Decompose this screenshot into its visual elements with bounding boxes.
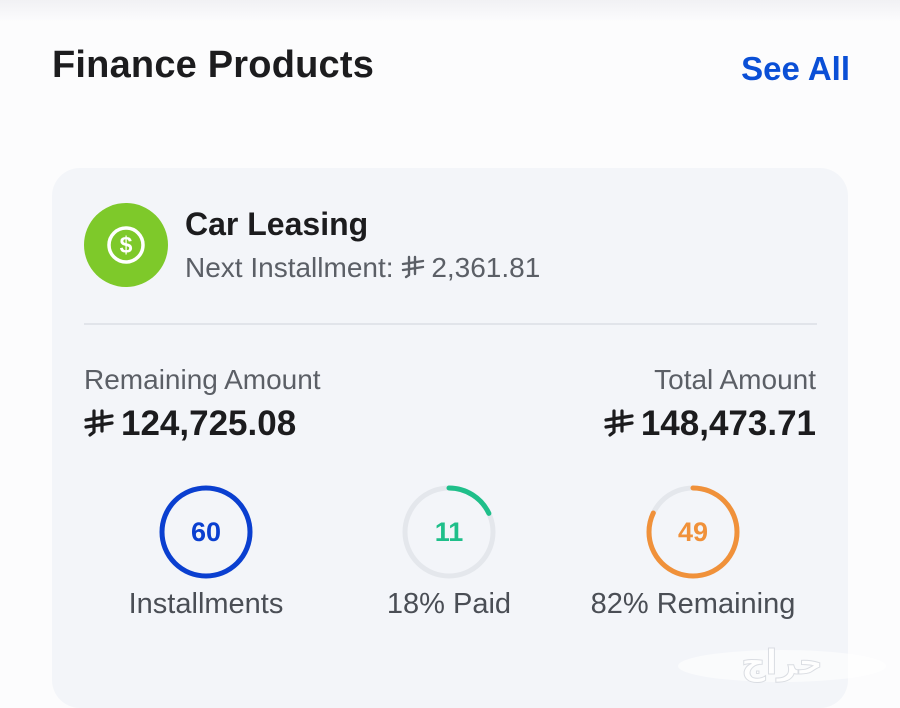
remaining-label: 82% Remaining [590, 588, 796, 620]
svg-text:حراج: حراج [741, 643, 823, 683]
progress-ring: 11 [401, 484, 497, 580]
riyal-currency-icon [402, 255, 425, 279]
divider [84, 323, 817, 325]
section-title: Finance Products [52, 44, 375, 86]
remaining-amount-value-row: 124,725.08 [84, 404, 296, 444]
remaining-count: 49 [677, 517, 709, 547]
total-amount-value-row: 148,473.71 [604, 404, 816, 444]
product-title: Car Leasing [185, 206, 369, 242]
paid-count: 11 [434, 517, 464, 547]
next-installment-label: Next Installment: [185, 252, 394, 283]
remaining-amount-value: 124,725.08 [121, 404, 297, 443]
haraj-watermark-logo: حراج [678, 643, 886, 684]
riyal-currency-icon [604, 409, 634, 437]
stat-remaining: 49 82% Remaining [543, 484, 843, 621]
see-all-link[interactable]: See All [741, 50, 850, 88]
progress-ring: 60 [158, 484, 254, 580]
riyal-currency-icon [84, 409, 114, 437]
dollar-coin-icon: $ [84, 203, 168, 287]
installments-count: 60 [190, 517, 222, 547]
svg-text:$: $ [120, 232, 133, 258]
total-amount-value: 148,473.71 [640, 404, 816, 443]
next-installment: Next Installment: 2,361.81 [185, 252, 540, 284]
finance-product-card[interactable]: $ Car Leasing Next Installment: 2,361.81… [52, 168, 848, 708]
next-installment-value: 2,361.81 [431, 252, 541, 283]
progress-ring: 49 [645, 484, 741, 580]
total-amount-label: Total Amount [654, 364, 816, 395]
top-shadow [0, 0, 900, 22]
remaining-amount-label: Remaining Amount [84, 364, 321, 395]
